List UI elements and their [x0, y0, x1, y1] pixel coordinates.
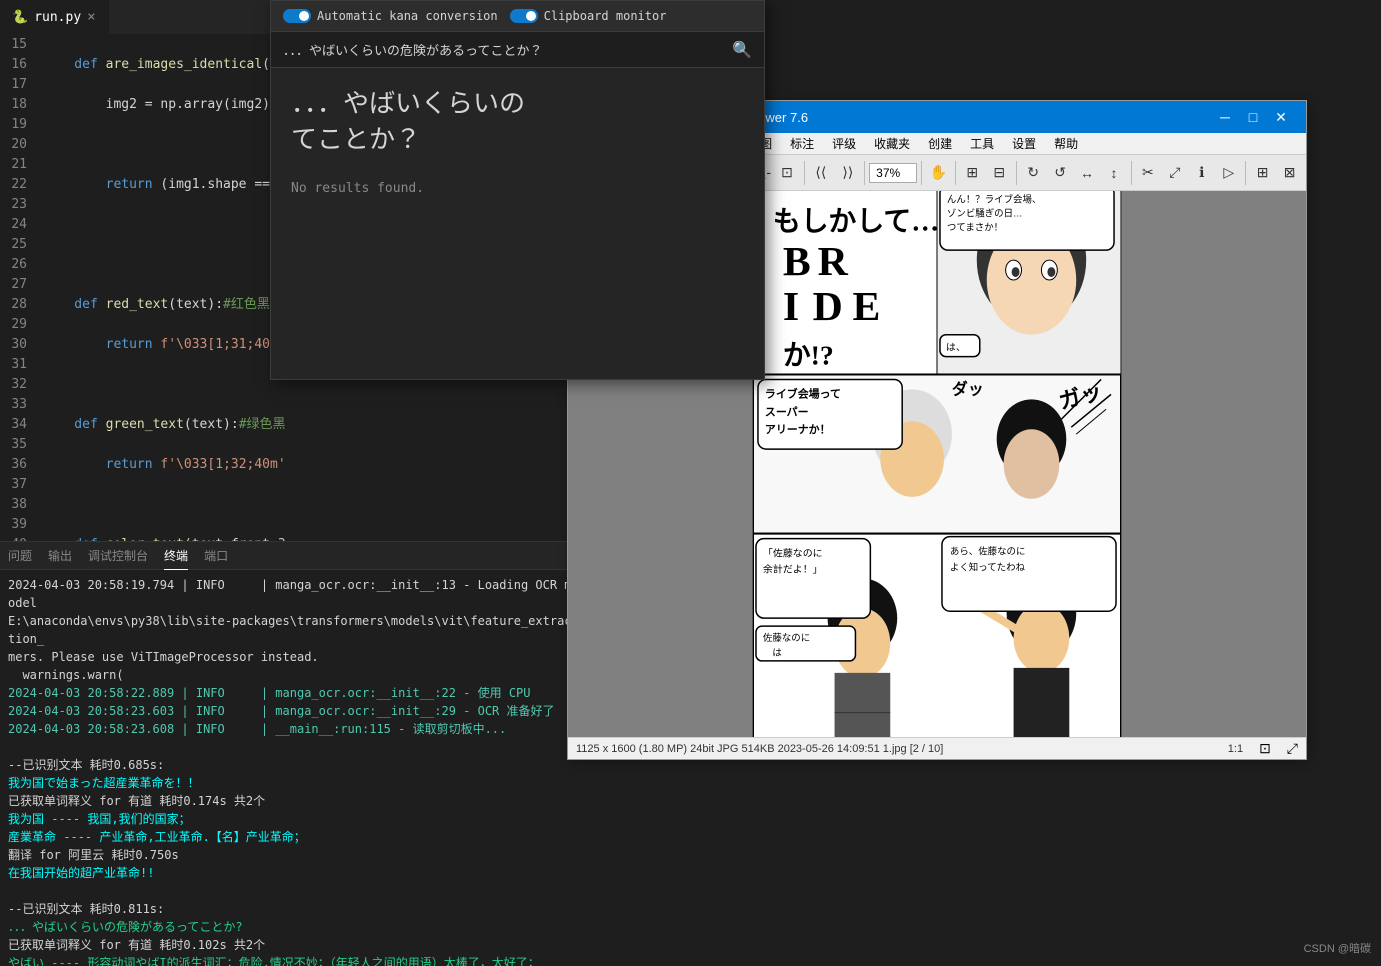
svg-text:R: R [818, 239, 849, 285]
svg-text:か!?: か!? [783, 341, 834, 372]
search-icon[interactable]: 🔍 [732, 40, 752, 59]
svg-text:ゾンビ騒ぎの日…: ゾンビ騒ぎの日… [947, 207, 1023, 219]
toggle-clipboard-label: Clipboard monitor [544, 9, 667, 23]
tb-prev2-button[interactable]: ⟨⟨ [808, 159, 833, 187]
menu-help[interactable]: 帮助 [1046, 133, 1086, 154]
toggle-kana-switch[interactable] [283, 9, 311, 23]
svg-text:I: I [783, 284, 799, 330]
svg-text:E: E [852, 284, 880, 330]
tb-info-button[interactable]: ℹ [1189, 159, 1214, 187]
panel-tab-issues[interactable]: 问题 [8, 542, 32, 570]
tb-separator-5 [921, 161, 922, 185]
tb-next2-button[interactable]: ⟩⟩ [835, 159, 860, 187]
svg-text:ライブ会場って: ライブ会場って [765, 386, 841, 400]
menu-favorites[interactable]: 收藏夹 [866, 133, 918, 154]
menu-settings[interactable]: 设置 [1004, 133, 1044, 154]
svg-text:D: D [813, 284, 843, 330]
svg-text:余計だよ！」: 余計だよ！」 [763, 562, 823, 575]
dict-search-input[interactable] [283, 40, 732, 59]
toggle-clipboard-group: Clipboard monitor [510, 9, 667, 23]
svg-text:アリーナか！: アリーナか！ [765, 423, 831, 436]
tb-separator-4 [864, 161, 865, 185]
menu-create[interactable]: 创建 [920, 133, 960, 154]
svg-text:「佐藤なのに: 「佐藤なのに [763, 547, 823, 559]
panel-tab-ports[interactable]: 端口 [204, 542, 228, 570]
dict-header: Automatic kana conversion Clipboard moni… [271, 1, 764, 32]
toggle-kana-group: Automatic kana conversion [283, 9, 498, 23]
dict-large-text: ．．．やばいくらいの てことか？ [271, 68, 764, 173]
manga-image: もしかして… B R I D E か!? んん！？ライブ会場、 ゾンビ騒ぎの日…… [752, 191, 1122, 737]
panel-tab-debug[interactable]: 调试控制台 [88, 542, 148, 570]
menu-annotate[interactable]: 标注 [782, 133, 822, 154]
dict-text-line2: てことか？ [291, 120, 744, 156]
tab-icon: 🐍 [12, 10, 28, 25]
svg-text:は、: は、 [946, 342, 966, 354]
tab-run-py[interactable]: 🐍 run.py × [0, 0, 109, 35]
tb-crop-button[interactable]: ✂ [1135, 159, 1160, 187]
svg-text:ダッ: ダッ [952, 379, 984, 398]
dict-search-bar: 🔍 [271, 32, 764, 68]
tb-flip-v-button[interactable]: ↕ [1102, 159, 1127, 187]
tb-separator-8 [1131, 161, 1132, 185]
panel-tab-terminal[interactable]: 终端 [164, 542, 188, 570]
tb-separator-7 [1016, 161, 1017, 185]
svg-text:あら、佐藤なのに: あら、佐藤なのに [950, 546, 1026, 558]
fs-window-controls: ─ □ ✕ [1212, 104, 1294, 130]
panel-tabs: 问题 输出 调试控制台 终端 端口 [0, 542, 580, 570]
tb-compare-button[interactable]: ⊠ [1277, 159, 1302, 187]
tab-close-button[interactable]: × [87, 9, 95, 25]
tb-grid-button[interactable]: ⊞ [1250, 159, 1275, 187]
svg-text:スーパー: スーパー [765, 405, 809, 418]
fs-status-bar: 1125 x 1600 (1.80 MP) 24bit JPG 514KB 20… [568, 737, 1306, 759]
svg-text:もしかして…: もしかして… [773, 206, 939, 237]
fs-corner-label: 1:1 [1228, 743, 1243, 755]
toggle-kana-label: Automatic kana conversion [317, 9, 498, 23]
tb-actual-size-button[interactable]: ⊟ [987, 159, 1012, 187]
fs-fit-button[interactable]: ⊡ [1259, 740, 1271, 757]
csdn-watermark: CSDN @暗碳 [1304, 940, 1371, 956]
tb-fit-window-button[interactable]: ⊞ [960, 159, 985, 187]
tb-hand-button[interactable]: ✋ [926, 159, 951, 187]
dict-no-results: No results found. [271, 173, 764, 204]
svg-text:佐藤なのに: 佐藤なのに [763, 632, 810, 644]
tab-filename: run.py [34, 10, 81, 25]
svg-text:は: は [763, 648, 782, 659]
dict-text-line1: ．．．やばいくらいの [291, 84, 744, 120]
svg-text:よく知ってたわね: よく知ってたわね [950, 561, 1026, 573]
menu-rate[interactable]: 评级 [824, 133, 864, 154]
svg-text:B: B [783, 239, 811, 285]
tb-separator-3 [804, 161, 805, 185]
tb-flip-h-button[interactable]: ↔ [1075, 159, 1100, 187]
toggle-clipboard-switch[interactable] [510, 9, 538, 23]
terminal-content[interactable]: 2024-04-03 20:58:19.794 | INFO | manga_o… [0, 570, 580, 966]
zoom-display: 37% [869, 163, 917, 183]
tb-separator-9 [1245, 161, 1246, 185]
tb-separator-6 [955, 161, 956, 185]
tb-rotate-cw-button[interactable]: ↻ [1021, 159, 1046, 187]
tb-resize-button[interactable]: ⤢ [1162, 159, 1187, 187]
fs-expand-button[interactable]: ⤢ [1287, 740, 1298, 757]
tb-slideshow-button[interactable]: ▷ [1216, 159, 1241, 187]
menu-tools[interactable]: 工具 [962, 133, 1002, 154]
svg-text:んん！？ライブ会場、: んん！？ライブ会場、 [947, 193, 1041, 205]
close-button[interactable]: ✕ [1268, 104, 1294, 130]
minimize-button[interactable]: ─ [1212, 104, 1238, 130]
tb-fit-button[interactable]: ⊡ [775, 159, 800, 187]
fs-status-text: 1125 x 1600 (1.80 MP) 24bit JPG 514KB 20… [576, 743, 943, 755]
dictionary-popup: Automatic kana conversion Clipboard moni… [270, 0, 765, 380]
tb-rotate-ccw-button[interactable]: ↺ [1048, 159, 1073, 187]
svg-text:つてまさか！: つてまさか！ [947, 222, 1003, 233]
panel-tab-output[interactable]: 输出 [48, 542, 72, 570]
bottom-panel: 问题 输出 调试控制台 终端 端口 2024-04-03 20:58:19.79… [0, 541, 580, 966]
maximize-button[interactable]: □ [1240, 104, 1266, 130]
line-numbers: 15 16 17 18 19 20 21 22 23 24 25 26 27 2… [0, 35, 35, 565]
